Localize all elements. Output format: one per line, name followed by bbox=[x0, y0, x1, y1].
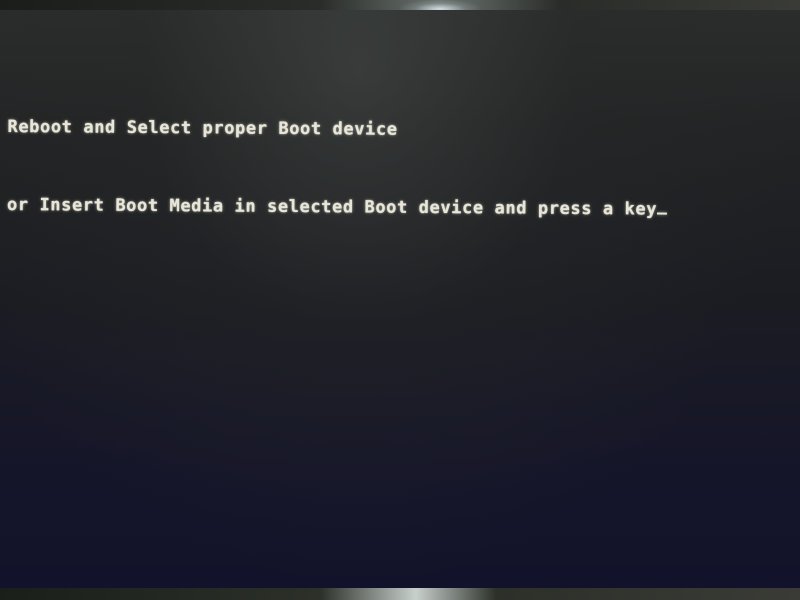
monitor-bezel-bottom bbox=[0, 588, 800, 600]
boot-message-line-1: Reboot and Select proper Boot device bbox=[7, 116, 398, 140]
text-cursor bbox=[657, 212, 668, 215]
boot-message-line-2-text: or Insert Boot Media in selected Boot de… bbox=[6, 194, 658, 220]
boot-message: Reboot and Select proper Boot device or … bbox=[7, 62, 668, 249]
boot-message-line-2: or Insert Boot Media in selected Boot de… bbox=[6, 192, 668, 223]
